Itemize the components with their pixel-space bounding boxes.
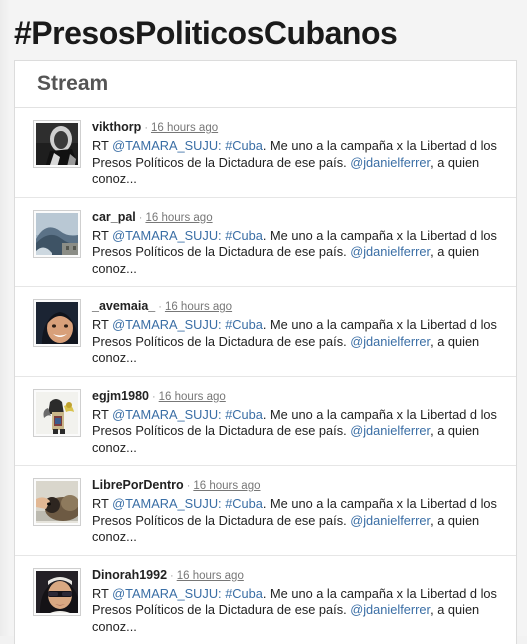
meta-separator: · [155, 301, 165, 313]
stream-header-title: Stream [37, 72, 108, 96]
tweet-meta: car_pal·16 hours ago [92, 209, 502, 226]
tweet-username[interactable]: _avemaia_ [92, 299, 155, 313]
tweet-retweet-prefix: RT [92, 496, 112, 511]
page-title: #PresosPoliticosCubanos [0, 0, 527, 62]
hashtag-link[interactable]: #Cuba [225, 496, 263, 511]
tweet-item: egjm1980·16 hours ago RT @TAMARA_SUJU: #C… [15, 377, 516, 467]
tweet-text: RT @TAMARA_SUJU: #Cuba. Me uno a la camp… [92, 407, 502, 457]
tweet-meta: _avemaia_·16 hours ago [92, 298, 502, 315]
tweet-item: vikthorp·16 hours ago RT @TAMARA_SUJU: #C… [15, 108, 516, 198]
tweet-meta: vikthorp·16 hours ago [92, 119, 502, 136]
avatar[interactable] [33, 210, 81, 258]
tweet-text: RT @TAMARA_SUJU: #Cuba. Me uno a la camp… [92, 138, 502, 188]
meta-separator: · [141, 122, 151, 134]
mention-link-source[interactable]: @TAMARA_SUJU: [112, 228, 221, 243]
tweet-item: LibrePorDentro·16 hours ago RT @TAMARA_SU… [15, 466, 516, 556]
tweet-username[interactable]: car_pal [92, 210, 136, 224]
tweet-text: RT @TAMARA_SUJU: #Cuba. Me uno a la camp… [92, 496, 502, 546]
mention-link-target[interactable]: @jdanielferrer [350, 334, 430, 349]
mention-link-source[interactable]: @TAMARA_SUJU: [112, 138, 221, 153]
stream-list: vikthorp·16 hours agoRT @TAMARA_SUJU: #C… [15, 108, 516, 644]
hashtag-link[interactable]: #Cuba [225, 317, 263, 332]
tweet-meta: Dinorah1992·16 hours ago [92, 567, 502, 584]
tweet-timestamp[interactable]: 16 hours ago [165, 301, 232, 313]
hashtag-link[interactable]: #Cuba [225, 407, 263, 422]
pet-photo-avatar [36, 481, 78, 523]
tweet-body: _avemaia_·16 hours ago RT @TAMARA_SUJU: #… [92, 297, 502, 367]
meta-separator: · [136, 212, 146, 224]
hashtag-link[interactable]: #Cuba [225, 138, 263, 153]
mention-link-source[interactable]: @TAMARA_SUJU: [112, 586, 221, 601]
meta-separator: · [184, 480, 194, 492]
tweet-timestamp[interactable]: 16 hours ago [159, 391, 226, 403]
stream-card-header: Stream [15, 61, 516, 108]
sunglasses-woman-avatar [36, 571, 78, 613]
mention-link-target[interactable]: @jdanielferrer [350, 244, 430, 259]
tweet-username[interactable]: LibrePorDentro [92, 478, 184, 492]
avatar[interactable] [33, 120, 81, 168]
tweet-retweet-prefix: RT [92, 407, 112, 422]
tweet-meta: egjm1980·16 hours ago [92, 388, 502, 405]
page-root: #PresosPoliticosCubanos Stream vikthorp·… [0, 0, 527, 636]
meta-separator: · [149, 391, 159, 403]
mention-link-source[interactable]: @TAMARA_SUJU: [112, 496, 221, 511]
tweet-retweet-prefix: RT [92, 586, 112, 601]
avatar[interactable] [33, 299, 81, 347]
avatar[interactable] [33, 389, 81, 437]
tweet-timestamp[interactable]: 16 hours ago [151, 122, 218, 134]
tweet-meta: LibrePorDentro·16 hours ago [92, 477, 502, 494]
colorful-figure-avatar [36, 392, 78, 434]
mention-link-target[interactable]: @jdanielferrer [350, 602, 430, 617]
tweet-item: Dinorah1992·16 hours ago RT @TAMARA_SUJU:… [15, 556, 516, 644]
avatar[interactable] [33, 478, 81, 526]
tweet-text: RT @TAMARA_SUJU: #Cuba. Me uno a la camp… [92, 317, 502, 367]
stream-card: Stream vikthorp·16 hours agoRT @TAMARA_S… [14, 60, 517, 644]
tweet-text: RT @TAMARA_SUJU: #Cuba. Me uno a la camp… [92, 228, 502, 278]
mention-link-target[interactable]: @jdanielferrer [350, 513, 430, 528]
meta-separator: · [167, 570, 177, 582]
avatar[interactable] [33, 568, 81, 616]
tweet-username[interactable]: egjm1980 [92, 389, 149, 403]
dark-portrait-avatar [36, 123, 78, 165]
tweet-timestamp[interactable]: 16 hours ago [177, 570, 244, 582]
tweet-body: LibrePorDentro·16 hours ago RT @TAMARA_SU… [92, 476, 502, 546]
mention-link-source[interactable]: @TAMARA_SUJU: [112, 317, 221, 332]
tweet-body: vikthorp·16 hours ago RT @TAMARA_SUJU: #C… [92, 118, 502, 188]
tweet-username[interactable]: Dinorah1992 [92, 568, 167, 582]
hashtag-link[interactable]: #Cuba [225, 228, 263, 243]
tweet-item: car_pal·16 hours ago RT @TAMARA_SUJU: #Cu… [15, 198, 516, 288]
tweet-retweet-prefix: RT [92, 228, 112, 243]
mention-link-target[interactable]: @jdanielferrer [350, 423, 430, 438]
mention-link-target[interactable]: @jdanielferrer [350, 155, 430, 170]
tweet-body: car_pal·16 hours ago RT @TAMARA_SUJU: #Cu… [92, 208, 502, 278]
tweet-item: _avemaia_·16 hours ago RT @TAMARA_SUJU: #… [15, 287, 516, 377]
mention-link-source[interactable]: @TAMARA_SUJU: [112, 407, 221, 422]
tweet-text: RT @TAMARA_SUJU: #Cuba. Me uno a la camp… [92, 586, 502, 636]
tweet-retweet-prefix: RT [92, 317, 112, 332]
hashtag-link[interactable]: #Cuba [225, 586, 263, 601]
tweet-username[interactable]: vikthorp [92, 120, 141, 134]
tweet-body: egjm1980·16 hours ago RT @TAMARA_SUJU: #C… [92, 387, 502, 457]
seascape-avatar [36, 213, 78, 255]
smiling-woman-avatar [36, 302, 78, 344]
tweet-retweet-prefix: RT [92, 138, 112, 153]
tweet-body: Dinorah1992·16 hours ago RT @TAMARA_SUJU:… [92, 566, 502, 636]
tweet-timestamp[interactable]: 16 hours ago [145, 212, 212, 224]
tweet-timestamp[interactable]: 16 hours ago [193, 480, 260, 492]
